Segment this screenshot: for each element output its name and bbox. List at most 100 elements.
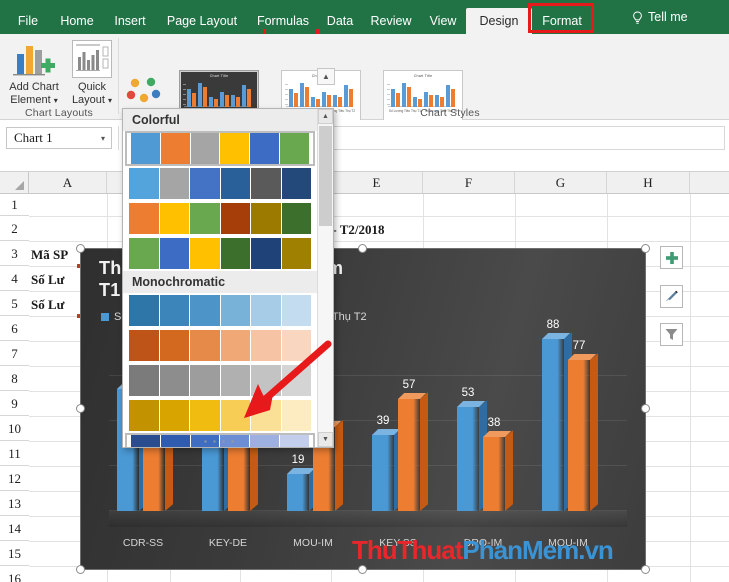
color-swatch[interactable] bbox=[251, 295, 281, 326]
color-swatch[interactable] bbox=[129, 168, 159, 199]
color-swatch[interactable] bbox=[251, 238, 281, 269]
chart-handle-w[interactable] bbox=[76, 404, 85, 413]
select-all-corner[interactable] bbox=[0, 172, 29, 193]
row-header-1[interactable]: 1 bbox=[0, 194, 29, 216]
row-header-3[interactable]: 3 bbox=[0, 241, 29, 266]
chart-handle-s[interactable] bbox=[358, 565, 367, 574]
color-swatch[interactable] bbox=[129, 400, 159, 431]
cell-A4[interactable]: Số Lư bbox=[31, 272, 64, 288]
color-swatch[interactable] bbox=[159, 400, 189, 431]
color-swatch[interactable] bbox=[159, 295, 189, 326]
row-header-5[interactable]: 5 bbox=[0, 291, 29, 316]
chart-handle-e[interactable] bbox=[641, 404, 650, 413]
bar-MOU-IM-s1[interactable] bbox=[287, 467, 317, 511]
color-swatch[interactable] bbox=[190, 238, 220, 269]
color-palette-row[interactable] bbox=[123, 293, 317, 328]
scroll-down-button[interactable]: ▼ bbox=[318, 432, 333, 447]
color-swatch[interactable] bbox=[251, 168, 281, 199]
row-header-12[interactable]: 12 bbox=[0, 466, 29, 491]
cell-A3[interactable]: Mã SP bbox=[31, 247, 68, 263]
scroll-up-button[interactable]: ▲ bbox=[318, 109, 333, 124]
row-header-2[interactable]: 2 bbox=[0, 216, 29, 241]
color-swatch[interactable] bbox=[129, 238, 159, 269]
row-header-4[interactable]: 4 bbox=[0, 266, 29, 291]
color-palette-row[interactable] bbox=[125, 131, 315, 166]
scrollbar-thumb[interactable] bbox=[319, 126, 332, 226]
color-swatch[interactable] bbox=[129, 203, 159, 234]
row-header-13[interactable]: 13 bbox=[0, 491, 29, 516]
row-header-16[interactable]: 16 bbox=[0, 566, 29, 582]
color-swatch[interactable] bbox=[190, 133, 220, 164]
color-swatch[interactable] bbox=[129, 295, 159, 326]
color-swatch[interactable] bbox=[159, 365, 189, 396]
chart-elements-button[interactable] bbox=[660, 246, 683, 269]
color-swatch[interactable] bbox=[190, 168, 220, 199]
color-swatch[interactable] bbox=[281, 238, 311, 269]
color-swatch[interactable] bbox=[129, 330, 159, 361]
bar-MOU-IM-s2[interactable] bbox=[568, 353, 598, 511]
color-swatch[interactable] bbox=[281, 203, 311, 234]
column-header-E[interactable]: E bbox=[331, 172, 423, 193]
row-header-11[interactable]: 11 bbox=[0, 441, 29, 466]
dropdown-resize-grip[interactable]: ▪ ▪ ▪ ▪ bbox=[123, 437, 317, 446]
ribbon-tab-home[interactable]: Home bbox=[50, 8, 104, 34]
color-swatch[interactable] bbox=[281, 295, 311, 326]
chart-handle-se[interactable] bbox=[641, 565, 650, 574]
row-header-6[interactable]: 6 bbox=[0, 316, 29, 341]
chart-handle-n[interactable] bbox=[358, 244, 367, 253]
color-swatch[interactable] bbox=[160, 133, 190, 164]
row-header-10[interactable]: 10 bbox=[0, 416, 29, 441]
cell-A5[interactable]: Số Lư bbox=[31, 297, 64, 313]
row-header-9[interactable]: 9 bbox=[0, 391, 29, 416]
bar-DRO-IM-s2[interactable] bbox=[483, 430, 513, 511]
chart-handle-sw[interactable] bbox=[76, 565, 85, 574]
column-header-A[interactable]: A bbox=[29, 172, 107, 193]
color-swatch[interactable] bbox=[190, 295, 220, 326]
color-swatch[interactable] bbox=[129, 365, 159, 396]
color-swatch[interactable] bbox=[159, 330, 189, 361]
color-swatch[interactable] bbox=[220, 203, 250, 234]
color-swatch[interactable] bbox=[220, 133, 250, 164]
ribbon-tab-view[interactable]: View bbox=[420, 8, 466, 34]
ribbon-tab-file[interactable]: File bbox=[6, 8, 50, 34]
ribbon-tab-data[interactable]: Data bbox=[318, 8, 362, 34]
ribbon-tab-review[interactable]: Review bbox=[362, 8, 420, 34]
ribbon-tab-design[interactable]: Design bbox=[466, 8, 532, 34]
row-header-15[interactable]: 15 bbox=[0, 541, 29, 566]
row-header-7[interactable]: 7 bbox=[0, 341, 29, 366]
ribbon-tab-formulas[interactable]: Formulas bbox=[248, 8, 318, 34]
bar-KEY-DE-s1[interactable] bbox=[202, 435, 232, 511]
bar-KEY-SS-s2[interactable] bbox=[398, 392, 428, 511]
chart-filters-button[interactable] bbox=[660, 323, 683, 346]
color-swatch[interactable] bbox=[190, 330, 220, 361]
ribbon-tab-format[interactable]: Format bbox=[532, 8, 592, 34]
color-swatch[interactable] bbox=[251, 203, 281, 234]
chart-handle-ne[interactable] bbox=[641, 244, 650, 253]
gallery-scroll-up-button[interactable]: ▲ bbox=[317, 68, 335, 85]
add-chart-element-button[interactable]: Add Chart Element ▾ bbox=[3, 38, 65, 107]
chevron-down-icon[interactable]: ▾ bbox=[54, 96, 58, 105]
row-header-14[interactable]: 14 bbox=[0, 516, 29, 541]
color-swatch[interactable] bbox=[190, 365, 220, 396]
ribbon-tab-insert[interactable]: Insert bbox=[104, 8, 156, 34]
name-box[interactable]: Chart 1 ▾ bbox=[6, 127, 112, 149]
color-swatch[interactable] bbox=[250, 133, 280, 164]
column-header-G[interactable]: G bbox=[515, 172, 607, 193]
color-palette-row[interactable] bbox=[123, 236, 317, 271]
color-swatch[interactable] bbox=[220, 168, 250, 199]
tell-me-box[interactable]: Tell me bbox=[622, 4, 688, 30]
column-header-F[interactable]: F bbox=[423, 172, 515, 193]
chart-styles-button[interactable] bbox=[660, 285, 683, 308]
row-header-8[interactable]: 8 bbox=[0, 366, 29, 391]
formula-input[interactable] bbox=[331, 126, 725, 150]
color-swatch[interactable] bbox=[159, 238, 189, 269]
color-swatch[interactable] bbox=[159, 203, 189, 234]
color-swatch[interactable] bbox=[159, 168, 189, 199]
color-swatch[interactable] bbox=[190, 400, 220, 431]
color-palette-row[interactable] bbox=[123, 166, 317, 201]
bar-MOU-IM-s1[interactable] bbox=[542, 332, 572, 511]
color-palette-row[interactable] bbox=[123, 201, 317, 236]
color-swatch[interactable] bbox=[220, 238, 250, 269]
column-header-H[interactable]: H bbox=[607, 172, 690, 193]
ribbon-tab-page-layout[interactable]: Page Layout bbox=[156, 8, 248, 34]
